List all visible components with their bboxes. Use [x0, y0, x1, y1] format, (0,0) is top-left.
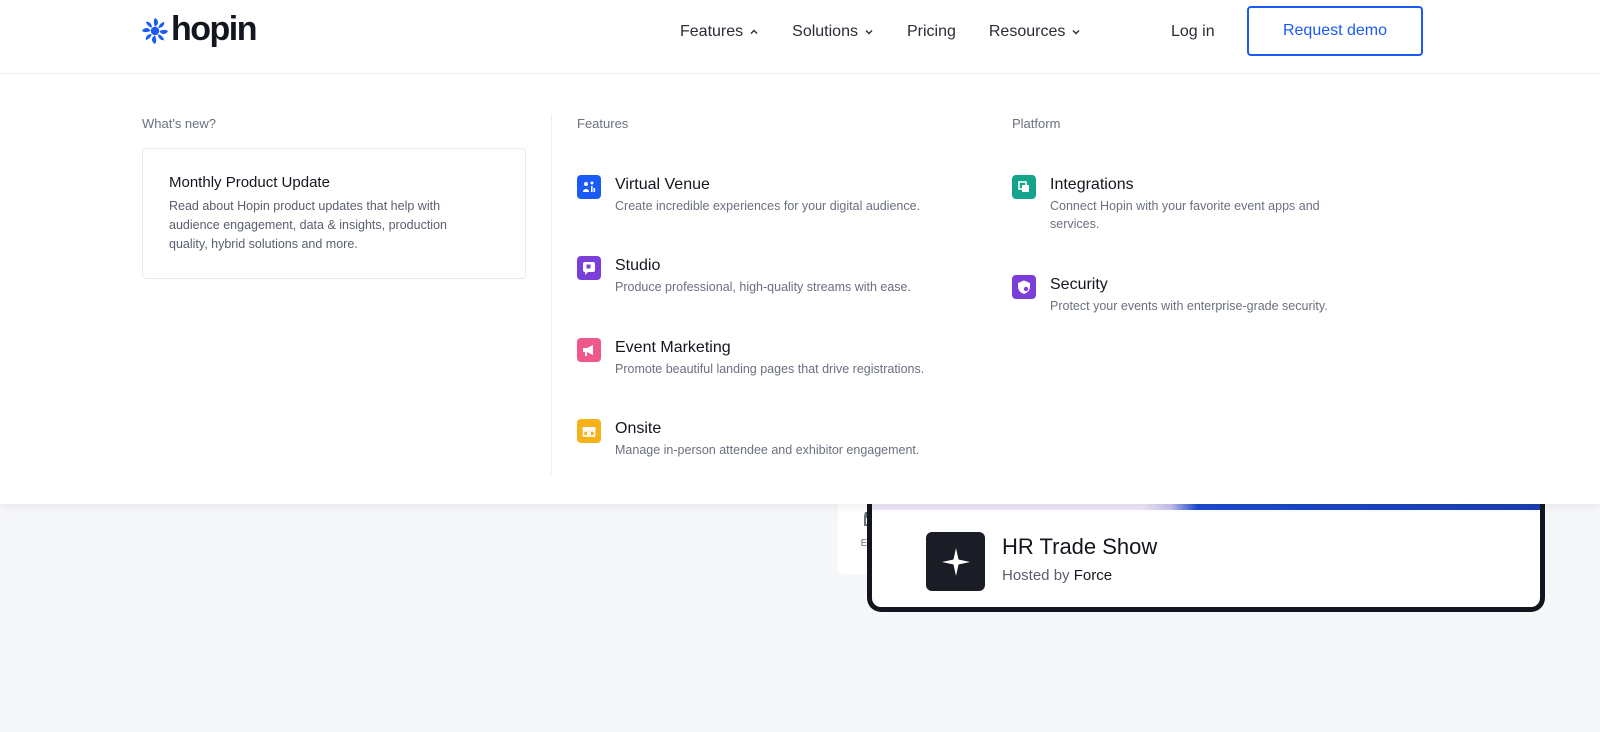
- event-marketing-desc: Promote beautiful landing pages that dri…: [615, 362, 925, 376]
- studio-icon: [577, 256, 601, 280]
- integrations-icon: [1012, 175, 1036, 199]
- nav-features[interactable]: Features: [680, 21, 759, 43]
- nav-pricing[interactable]: Pricing: [907, 21, 956, 43]
- event-host: Hosted by Force: [1002, 566, 1112, 586]
- hopin-logo-icon: [142, 18, 168, 44]
- site-header: hopin Features Solutions Pricing Resourc…: [0, 0, 1600, 74]
- update-title: Monthly Product Update: [169, 174, 330, 191]
- nav-resources-label: Resources: [988, 23, 1066, 40]
- integrations-title: Integrations: [1050, 176, 1134, 193]
- security-title: Security: [1050, 276, 1108, 293]
- virtual-venue-title: Virtual Venue: [615, 176, 710, 193]
- chevron-down-icon: [1072, 30, 1080, 35]
- onsite-title: Onsite: [615, 420, 662, 437]
- venue-icon: [577, 175, 601, 199]
- menu-item-studio[interactable]: Studio Produce professional, high-qualit…: [577, 255, 955, 296]
- features-heading: Features: [577, 116, 629, 131]
- whats-new-heading: What's new?: [142, 116, 217, 131]
- menu-item-event-marketing[interactable]: Event Marketing Promote beautiful landin…: [577, 337, 955, 378]
- event-title: HR Trade Show: [1002, 534, 1158, 559]
- menu-item-security[interactable]: Security Protect your events with enterp…: [1012, 274, 1390, 315]
- nav-solutions-label: Solutions: [792, 23, 858, 40]
- hopin-logo[interactable]: hopin: [142, 10, 258, 48]
- menu-item-onsite[interactable]: Onsite Manage in-person attendee and exh…: [577, 418, 955, 459]
- monthly-update-card[interactable]: Monthly Product Update Read about Hopin …: [142, 148, 526, 279]
- features-mega-menu: What's new? Monthly Product Update Read …: [0, 74, 1600, 504]
- shield-icon: [1012, 275, 1036, 299]
- megaphone-icon: [577, 338, 601, 362]
- nav-resources[interactable]: Resources: [989, 21, 1081, 43]
- hosted-by-label: Hosted by: [1002, 567, 1070, 584]
- request-demo-button[interactable]: Request demo: [1247, 6, 1423, 56]
- menu-divider: [551, 114, 552, 474]
- onsite-desc: Manage in-person attendee and exhibitor …: [615, 443, 920, 457]
- menu-item-integrations[interactable]: Integrations Connect Hopin with your fav…: [1012, 174, 1360, 233]
- security-desc: Protect your events with enterprise-grad…: [1050, 299, 1328, 313]
- onsite-icon: [577, 419, 601, 443]
- login-link[interactable]: Log in: [1171, 21, 1215, 43]
- studio-desc: Produce professional, high-quality strea…: [615, 280, 911, 294]
- main-nav: Features Solutions Pricing Resources: [680, 21, 1114, 43]
- chevron-down-icon: [865, 30, 873, 35]
- chevron-up-icon: [750, 29, 758, 34]
- menu-item-virtual-venue[interactable]: Virtual Venue Create incredible experien…: [577, 174, 955, 215]
- nav-pricing-label: Pricing: [906, 23, 956, 40]
- studio-title: Studio: [615, 257, 661, 274]
- host-name: Force: [1073, 567, 1113, 584]
- integrations-desc: Connect Hopin with your favorite event a…: [1050, 199, 1320, 231]
- platform-heading: Platform: [1012, 116, 1061, 131]
- nav-solutions[interactable]: Solutions: [792, 21, 874, 43]
- nav-features-label: Features: [680, 23, 744, 40]
- logo-wordmark: hopin: [171, 10, 258, 48]
- virtual-venue-desc: Create incredible experiences for your d…: [615, 199, 921, 213]
- host-logo: [926, 532, 985, 591]
- event-marketing-title: Event Marketing: [615, 339, 731, 356]
- update-description: Read about Hopin product updates that he…: [169, 199, 447, 251]
- star-icon: [941, 547, 970, 576]
